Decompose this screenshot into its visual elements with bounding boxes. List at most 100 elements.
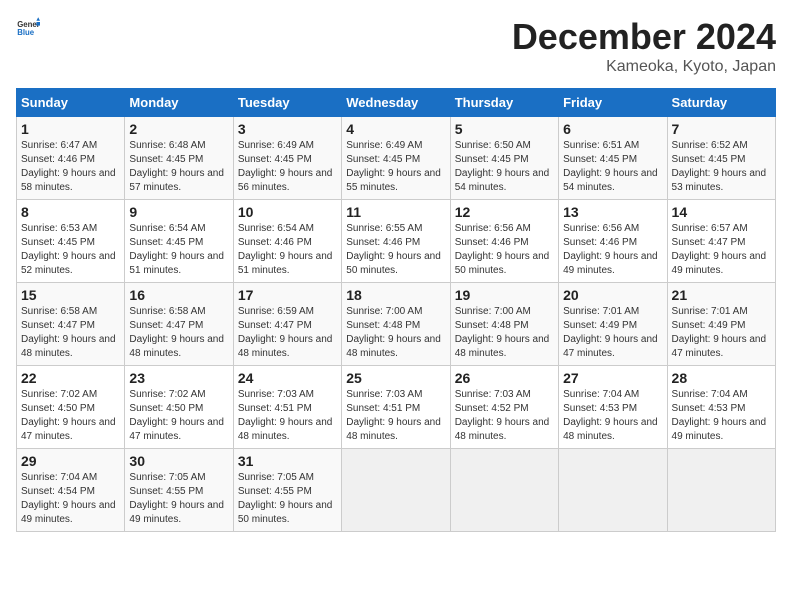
day-number: 21 (672, 287, 771, 303)
day-number: 4 (346, 121, 445, 137)
day-info: Sunrise: 6:52 AMSunset: 4:45 PMDaylight:… (672, 139, 771, 195)
day-info: Sunrise: 7:04 AMSunset: 4:54 PMDaylight:… (21, 471, 120, 527)
title-area: December 2024 Kameoka, Kyoto, Japan (512, 16, 776, 76)
day-number: 11 (346, 204, 445, 220)
day-info: Sunrise: 7:00 AMSunset: 4:48 PMDaylight:… (346, 305, 445, 361)
day-info: Sunrise: 6:59 AMSunset: 4:47 PMDaylight:… (238, 305, 337, 361)
calendar-cell: 4 Sunrise: 6:49 AMSunset: 4:45 PMDaylight… (342, 117, 450, 200)
weekday-header-sunday: Sunday (17, 89, 125, 117)
calendar-cell: 5Sunrise: 6:50 AMSunset: 4:45 PMDaylight… (450, 117, 558, 200)
day-number: 19 (455, 287, 554, 303)
day-number: 25 (346, 370, 445, 386)
day-info: Sunrise: 7:04 AMSunset: 4:53 PMDaylight:… (563, 388, 662, 444)
calendar-cell (342, 449, 450, 532)
logo-icon: General Blue (16, 16, 40, 40)
day-number: 29 (21, 453, 120, 469)
calendar-cell: 6 Sunrise: 6:51 AMSunset: 4:45 PMDaylight… (559, 117, 667, 200)
calendar-cell: 11 Sunrise: 6:55 AMSunset: 4:46 PMDayligh… (342, 200, 450, 283)
day-info: Sunrise: 7:03 AMSunset: 4:51 PMDaylight:… (346, 388, 445, 444)
calendar-cell: 7 Sunrise: 6:52 AMSunset: 4:45 PMDaylight… (667, 117, 775, 200)
svg-text:Blue: Blue (17, 28, 35, 37)
day-info: Sunrise: 7:03 AMSunset: 4:52 PMDaylight:… (455, 388, 554, 444)
day-number: 24 (238, 370, 337, 386)
weekday-header-row: SundayMondayTuesdayWednesdayThursdayFrid… (17, 89, 776, 117)
logo: General Blue (16, 16, 40, 40)
calendar-week-row: 22 Sunrise: 7:02 AMSunset: 4:50 PMDayligh… (17, 366, 776, 449)
calendar-cell: 3Sunrise: 6:49 AMSunset: 4:45 PMDaylight… (233, 117, 341, 200)
calendar-cell: 17 Sunrise: 6:59 AMSunset: 4:47 PMDayligh… (233, 283, 341, 366)
calendar-cell: 30 Sunrise: 7:05 AMSunset: 4:55 PMDayligh… (125, 449, 233, 532)
day-info: Sunrise: 6:55 AMSunset: 4:46 PMDaylight:… (346, 222, 445, 278)
weekday-header-tuesday: Tuesday (233, 89, 341, 117)
calendar-cell: 12 Sunrise: 6:56 AMSunset: 4:46 PMDayligh… (450, 200, 558, 283)
day-info: Sunrise: 6:53 AMSunset: 4:45 PMDaylight:… (21, 222, 120, 278)
day-info: Sunrise: 6:49 AMSunset: 4:45 PMDaylight:… (346, 139, 445, 195)
day-info: Sunrise: 7:00 AMSunset: 4:48 PMDaylight:… (455, 305, 554, 361)
day-number: 18 (346, 287, 445, 303)
month-title: December 2024 (512, 16, 776, 58)
day-info: Sunrise: 7:03 AMSunset: 4:51 PMDaylight:… (238, 388, 337, 444)
calendar-cell: 20Sunrise: 7:01 AMSunset: 4:49 PMDayligh… (559, 283, 667, 366)
calendar-week-row: 29 Sunrise: 7:04 AMSunset: 4:54 PMDayligh… (17, 449, 776, 532)
day-info: Sunrise: 7:04 AMSunset: 4:53 PMDaylight:… (672, 388, 771, 444)
day-info: Sunrise: 6:51 AMSunset: 4:45 PMDaylight:… (563, 139, 662, 195)
day-number: 2 (129, 121, 228, 137)
day-number: 27 (563, 370, 662, 386)
day-info: Sunrise: 6:47 AMSunset: 4:46 PMDaylight:… (21, 139, 120, 195)
day-number: 10 (238, 204, 337, 220)
day-number: 15 (21, 287, 120, 303)
day-number: 30 (129, 453, 228, 469)
day-number: 7 (672, 121, 771, 137)
calendar-cell: 26 Sunrise: 7:03 AMSunset: 4:52 PMDayligh… (450, 366, 558, 449)
calendar-table: SundayMondayTuesdayWednesdayThursdayFrid… (16, 88, 776, 532)
weekday-header-friday: Friday (559, 89, 667, 117)
day-number: 1 (21, 121, 120, 137)
day-info: Sunrise: 6:58 AMSunset: 4:47 PMDaylight:… (21, 305, 120, 361)
calendar-cell: 9 Sunrise: 6:54 AMSunset: 4:45 PMDaylight… (125, 200, 233, 283)
day-number: 31 (238, 453, 337, 469)
day-number: 23 (129, 370, 228, 386)
calendar-week-row: 8 Sunrise: 6:53 AMSunset: 4:45 PMDaylight… (17, 200, 776, 283)
calendar-cell: 21 Sunrise: 7:01 AMSunset: 4:49 PMDayligh… (667, 283, 775, 366)
day-info: Sunrise: 6:57 AMSunset: 4:47 PMDaylight:… (672, 222, 771, 278)
calendar-cell: 16 Sunrise: 6:58 AMSunset: 4:47 PMDayligh… (125, 283, 233, 366)
day-number: 6 (563, 121, 662, 137)
day-info: Sunrise: 6:54 AMSunset: 4:45 PMDaylight:… (129, 222, 228, 278)
weekday-header-thursday: Thursday (450, 89, 558, 117)
calendar-cell: 19 Sunrise: 7:00 AMSunset: 4:48 PMDayligh… (450, 283, 558, 366)
day-number: 22 (21, 370, 120, 386)
day-info: Sunrise: 6:58 AMSunset: 4:47 PMDaylight:… (129, 305, 228, 361)
calendar-cell: 23 Sunrise: 7:02 AMSunset: 4:50 PMDayligh… (125, 366, 233, 449)
calendar-cell: 22 Sunrise: 7:02 AMSunset: 4:50 PMDayligh… (17, 366, 125, 449)
day-info: Sunrise: 6:56 AMSunset: 4:46 PMDaylight:… (563, 222, 662, 278)
day-number: 16 (129, 287, 228, 303)
day-number: 12 (455, 204, 554, 220)
day-info: Sunrise: 6:49 AMSunset: 4:45 PMDaylight:… (238, 139, 337, 195)
day-info: Sunrise: 6:56 AMSunset: 4:46 PMDaylight:… (455, 222, 554, 278)
calendar-cell (559, 449, 667, 532)
calendar-cell: 18 Sunrise: 7:00 AMSunset: 4:48 PMDayligh… (342, 283, 450, 366)
day-number: 26 (455, 370, 554, 386)
calendar-cell (450, 449, 558, 532)
calendar-cell: 8 Sunrise: 6:53 AMSunset: 4:45 PMDaylight… (17, 200, 125, 283)
day-number: 17 (238, 287, 337, 303)
weekday-header-monday: Monday (125, 89, 233, 117)
day-info: Sunrise: 7:02 AMSunset: 4:50 PMDaylight:… (129, 388, 228, 444)
calendar-week-row: 15 Sunrise: 6:58 AMSunset: 4:47 PMDayligh… (17, 283, 776, 366)
calendar-cell: 2Sunrise: 6:48 AMSunset: 4:45 PMDaylight… (125, 117, 233, 200)
day-number: 14 (672, 204, 771, 220)
day-number: 20 (563, 287, 662, 303)
day-number: 13 (563, 204, 662, 220)
day-number: 5 (455, 121, 554, 137)
day-info: Sunrise: 7:05 AMSunset: 4:55 PMDaylight:… (238, 471, 337, 527)
day-number: 8 (21, 204, 120, 220)
day-info: Sunrise: 7:05 AMSunset: 4:55 PMDaylight:… (129, 471, 228, 527)
calendar-cell: 10Sunrise: 6:54 AMSunset: 4:46 PMDayligh… (233, 200, 341, 283)
calendar-cell: 25 Sunrise: 7:03 AMSunset: 4:51 PMDayligh… (342, 366, 450, 449)
calendar-cell: 14 Sunrise: 6:57 AMSunset: 4:47 PMDayligh… (667, 200, 775, 283)
day-info: Sunrise: 7:02 AMSunset: 4:50 PMDaylight:… (21, 388, 120, 444)
day-number: 9 (129, 204, 228, 220)
calendar-cell: 13 Sunrise: 6:56 AMSunset: 4:46 PMDayligh… (559, 200, 667, 283)
day-info: Sunrise: 7:01 AMSunset: 4:49 PMDaylight:… (672, 305, 771, 361)
calendar-cell: 24 Sunrise: 7:03 AMSunset: 4:51 PMDayligh… (233, 366, 341, 449)
